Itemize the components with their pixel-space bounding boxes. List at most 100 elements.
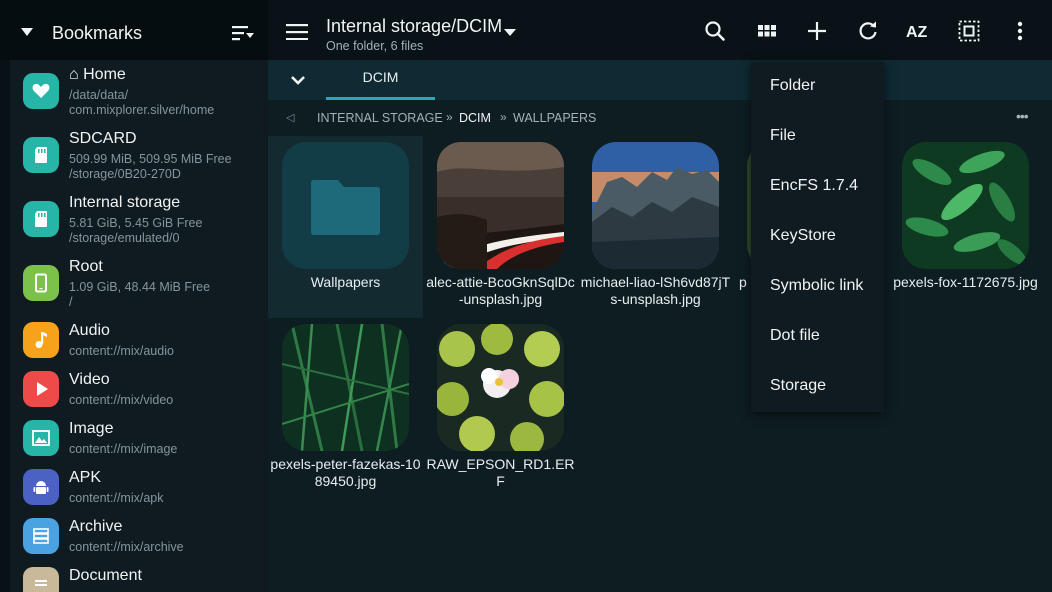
bookmark-name: Archive: [69, 518, 123, 535]
menu-item-label: Folder: [770, 77, 816, 94]
bookmark-path: content://mix/audio: [69, 344, 174, 358]
file-name: RAW_EPSON_RD1.ERF: [426, 456, 575, 489]
grid-item-folder[interactable]: Wallpapers: [268, 136, 423, 318]
menu-item-keystore[interactable]: KeyStore: [751, 212, 884, 262]
menu-item-dot-file[interactable]: Dot file: [751, 312, 884, 362]
menu-item-storage[interactable]: Storage: [751, 362, 884, 412]
tab-label: DCIM: [362, 69, 399, 85]
document-icon: [23, 567, 59, 592]
bookmark-list: ⌂ Home /data/data/ com.mixplorer.silver/…: [10, 60, 268, 592]
grid-item-image[interactable]: pexels-peter-fazekas-1089450.jpg: [268, 318, 423, 500]
bookmark-document[interactable]: Document: [10, 561, 268, 592]
bookmark-name: Document: [69, 567, 142, 584]
collapse-triangle-icon[interactable]: [21, 28, 33, 36]
sidebar-title: Bookmarks: [52, 23, 143, 43]
grid-item-image[interactable]: michael-liao-lSh6vd87jTs-unsplash.jpg: [578, 136, 733, 318]
grid-item-image[interactable]: alec-attie-BcoGknSqlDc-unsplash.jpg: [423, 136, 578, 318]
grid-view-icon[interactable]: [754, 18, 780, 44]
sidebar-header: Bookmarks: [0, 0, 268, 60]
menu-item-label: Dot file: [770, 327, 820, 344]
new-item-popup-menu: Folder File EncFS 1.7.4 KeyStore Symboli…: [751, 62, 884, 412]
bookmark-home[interactable]: ⌂ Home /data/data/ com.mixplorer.silver/…: [10, 60, 268, 124]
bookmark-path: content://mix/image: [69, 442, 178, 456]
menu-item-symbolic-link[interactable]: Symbolic link: [751, 262, 884, 312]
music-note-icon: [23, 322, 59, 358]
image-thumbnail: [437, 142, 564, 269]
bookmark-path: /storage/0B20-270D: [69, 167, 181, 181]
bookmark-name: ⌂ Home: [69, 66, 126, 83]
tab-dcim[interactable]: DCIM: [326, 60, 435, 100]
chevron-down-icon[interactable]: [290, 72, 306, 88]
page-subtitle: One folder, 6 files: [326, 39, 424, 53]
menu-item-folder[interactable]: Folder: [751, 62, 884, 112]
bookmark-audio[interactable]: Audio content://mix/audio: [10, 316, 268, 365]
hamburger-menu-icon[interactable]: [286, 24, 308, 40]
bookmark-path: com.mixplorer.silver/home: [69, 103, 215, 117]
menu-item-file[interactable]: File: [751, 112, 884, 162]
bookmark-path: content://mix/video: [69, 393, 174, 407]
bookmark-size: 5.81 GiB, 5.45 GiB Free: [69, 216, 203, 230]
bookmark-name: Internal storage: [69, 194, 181, 211]
image-thumbnail: [437, 324, 564, 451]
bookmark-path: /storage/emulated/0: [69, 231, 180, 245]
bookmark-name: APK: [69, 469, 102, 486]
menu-item-label: File: [770, 127, 796, 144]
refresh-icon[interactable]: [855, 18, 881, 44]
search-icon[interactable]: [702, 18, 728, 44]
bookmark-path: content://mix/archive: [69, 540, 184, 554]
bookmark-name: Video: [69, 371, 110, 388]
bookmark-apk[interactable]: APK content://mix/apk: [10, 463, 268, 512]
bookmark-image[interactable]: Image content://mix/image: [10, 414, 268, 463]
android-icon: [23, 469, 59, 505]
tab-bar: DCIM: [268, 60, 1052, 100]
bookmark-video[interactable]: Video content://mix/video: [10, 365, 268, 414]
menu-item-encfs[interactable]: EncFS 1.7.4: [751, 162, 884, 212]
bookmark-size: 1.09 GiB, 48.44 MiB Free: [69, 280, 211, 294]
sdcard-icon: [23, 201, 59, 237]
file-name: pexels-peter-fazekas-1089450.jpg: [270, 456, 421, 489]
folder-thumbnail: [282, 142, 409, 269]
file-name: pexels-fox-1172675.jpg: [893, 274, 1038, 290]
image-thumbnail: [592, 142, 719, 269]
grid-item-image[interactable]: pexels-fox-1172675.jpg: [888, 136, 1043, 318]
breadcrumb-separator: »: [446, 110, 453, 124]
more-vert-icon[interactable]: [1007, 18, 1033, 44]
file-grid: Wallpapers alec-attie-BcoGknSqlDc-unspla…: [268, 136, 1052, 592]
breadcrumb-separator: »: [500, 110, 507, 124]
title-dropdown-icon[interactable]: [504, 29, 516, 36]
menu-item-label: Storage: [770, 377, 827, 394]
bookmark-size: 509.99 MiB, 509.95 MiB Free: [69, 152, 232, 166]
bookmark-archive[interactable]: Archive content://mix/archive: [10, 512, 268, 561]
file-name: michael-liao-lSh6vd87jTs-unsplash.jpg: [580, 274, 731, 307]
play-icon: [23, 371, 59, 407]
image-icon: [23, 420, 59, 456]
image-thumbnail: [282, 324, 409, 451]
add-icon[interactable]: [804, 18, 830, 44]
breadcrumb-wallpapers[interactable]: WALLPAPERS: [513, 111, 596, 125]
bookmark-name: SDCARD: [69, 130, 137, 147]
bookmark-root[interactable]: Root 1.09 GiB, 48.44 MiB Free /: [10, 252, 268, 316]
bookmark-sdcard[interactable]: SDCARD 509.99 MiB, 509.95 MiB Free /stor…: [10, 124, 268, 188]
breadcrumb-dcim[interactable]: DCIM: [459, 111, 491, 125]
back-triangle-icon[interactable]: ◁: [286, 111, 294, 124]
file-name: alec-attie-BcoGknSqlDc-unsplash.jpg: [426, 274, 575, 307]
bookmark-path: content://mix/apk: [69, 491, 164, 505]
bookmark-name: Image: [69, 420, 114, 437]
page-title[interactable]: Internal storage/DCIM: [326, 16, 502, 37]
sort-az-button[interactable]: AZ: [906, 24, 927, 42]
bookmark-path: /: [69, 295, 73, 309]
grid-item-image[interactable]: RAW_EPSON_RD1.ERF: [423, 318, 578, 500]
sort-list-icon[interactable]: [232, 24, 254, 42]
heart-icon: [23, 73, 59, 109]
bookmark-internal-storage[interactable]: Internal storage 5.81 GiB, 5.45 GiB Free…: [10, 188, 268, 252]
sdcard-icon: [23, 137, 59, 173]
breadcrumb-internal-storage[interactable]: INTERNAL STORAGE: [317, 111, 443, 125]
select-all-icon[interactable]: [956, 18, 982, 44]
bookmark-path: /data/data/: [69, 88, 129, 102]
more-horiz-icon[interactable]: •••: [1016, 108, 1029, 124]
folder-icon: [311, 180, 380, 235]
top-app-bar: Internal storage/DCIM One folder, 6 file…: [268, 0, 1052, 60]
menu-item-label: EncFS 1.7.4: [770, 177, 859, 194]
image-thumbnail: [902, 142, 1029, 269]
phone-icon: [23, 265, 59, 301]
